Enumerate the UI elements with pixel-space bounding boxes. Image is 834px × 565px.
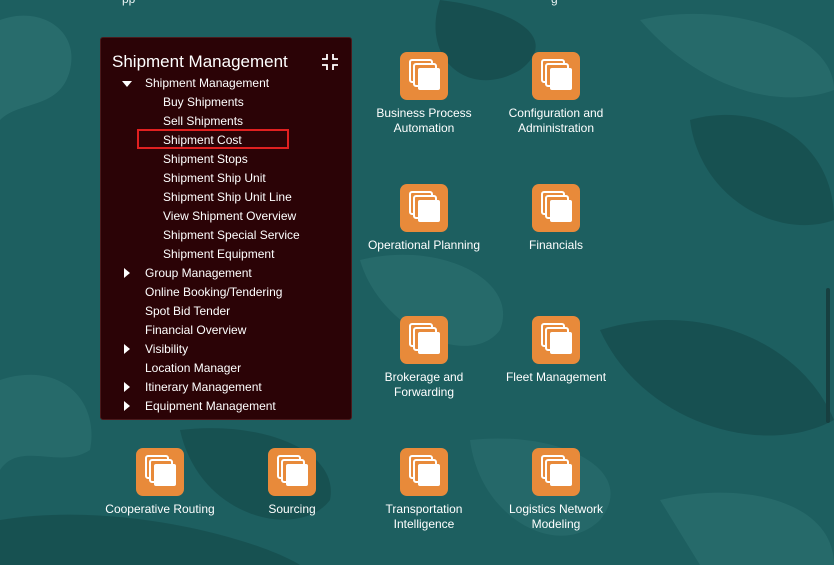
app-tile-icon xyxy=(136,448,184,496)
menu-item-sell-shipments[interactable]: Sell Shipments xyxy=(163,112,243,131)
tile-business-process-automation[interactable]: Business Process Automation xyxy=(354,52,494,137)
menu-item-location-manager[interactable]: Location Manager xyxy=(145,359,241,378)
tile-sourcing[interactable]: Sourcing xyxy=(222,448,362,533)
menu-item-visibility[interactable]: Visibility xyxy=(145,340,188,359)
tile-configuration-and-administration[interactable]: Configuration and Administration xyxy=(486,52,626,137)
tile-label: Cooperative Routing xyxy=(105,502,215,516)
tile-label: Brokerage and Forwarding xyxy=(384,370,464,399)
app-tile-icon xyxy=(532,316,580,364)
chevron-right-icon[interactable] xyxy=(124,344,130,354)
tile-financials[interactable]: Financials xyxy=(486,184,626,269)
app-tile-icon xyxy=(532,448,580,496)
menu-item-spot-bid-tender[interactable]: Spot Bid Tender xyxy=(145,302,230,321)
tile-operational-planning[interactable]: Operational Planning xyxy=(354,184,494,269)
tile-cooperative-routing[interactable]: Cooperative Routing xyxy=(90,448,230,533)
tile-label: Business Process Automation xyxy=(376,106,472,135)
tile-brokerage-and-forwarding[interactable]: Brokerage and Forwarding xyxy=(354,316,494,401)
chevron-right-icon[interactable] xyxy=(124,401,130,411)
menu-item-shipment-ship-unit-line[interactable]: Shipment Ship Unit Line xyxy=(163,188,292,207)
collapse-icon[interactable] xyxy=(319,51,341,73)
menu-item-financial-overview[interactable]: Financial Overview xyxy=(145,321,246,340)
tile-label: Transportation Intelligence xyxy=(385,502,463,531)
tile-transportation-intelligence[interactable]: Transportation Intelligence xyxy=(354,448,494,533)
menu-item-buy-shipments[interactable]: Buy Shipments xyxy=(163,93,244,112)
tile-label: Financials xyxy=(528,238,584,252)
chevron-right-icon[interactable] xyxy=(124,382,130,392)
tile-label: Fleet Management xyxy=(505,370,607,384)
menu-item-shipment-special-service[interactable]: Shipment Special Service xyxy=(163,226,300,245)
menu-item-online-booking-tendering[interactable]: Online Booking/Tendering xyxy=(145,283,282,302)
menu-item-shipment-equipment[interactable]: Shipment Equipment xyxy=(163,245,274,264)
tile-label: Operational Planning xyxy=(367,238,481,252)
menu-item-shipment-ship-unit[interactable]: Shipment Ship Unit xyxy=(163,169,266,188)
menu-item-shipment-stops[interactable]: Shipment Stops xyxy=(163,150,248,169)
partial-top-label-right: g xyxy=(551,0,558,6)
menu-item-itinerary-management[interactable]: Itinerary Management xyxy=(145,378,262,397)
menu-item-view-shipment-overview[interactable]: View Shipment Overview xyxy=(163,207,296,226)
menu-item-equipment-management[interactable]: Equipment Management xyxy=(145,397,276,416)
app-tile-icon xyxy=(400,316,448,364)
tile-label: Configuration and Administration xyxy=(508,106,604,135)
menu-item-group-management[interactable]: Group Management xyxy=(145,264,252,283)
chevron-right-icon[interactable] xyxy=(124,268,130,278)
app-tile-icon xyxy=(532,52,580,100)
app-tile-icon xyxy=(400,448,448,496)
scrollbar[interactable] xyxy=(826,288,830,423)
app-tile-icon xyxy=(268,448,316,496)
tile-label: Sourcing xyxy=(268,502,316,516)
menu-item-shipment-cost[interactable]: Shipment Cost xyxy=(163,131,242,150)
chevron-down-icon[interactable] xyxy=(122,81,132,87)
app-tile-icon xyxy=(532,184,580,232)
partial-top-label-left: pp xyxy=(122,0,135,6)
app-tile-icon xyxy=(400,184,448,232)
tile-logistics-network-modeling[interactable]: Logistics Network Modeling xyxy=(486,448,626,533)
panel-title: Shipment Management xyxy=(112,52,288,71)
app-tile-icon xyxy=(400,52,448,100)
tile-fleet-management[interactable]: Fleet Management xyxy=(486,316,626,401)
tile-label: Logistics Network Modeling xyxy=(508,502,604,531)
menu-item-shipment-management[interactable]: Shipment Management xyxy=(145,74,269,93)
